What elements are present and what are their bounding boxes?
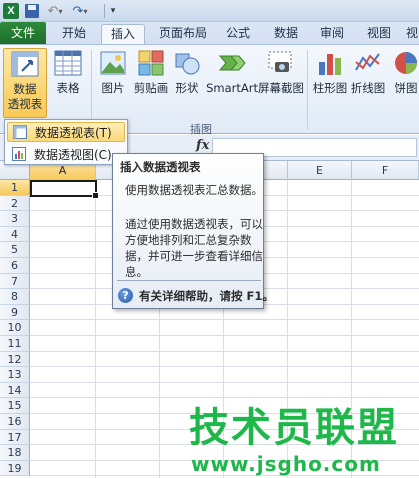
pivot-table-dropdown-menu: 数据透视表(T) 数据透视图(C)	[4, 119, 128, 165]
row-gridline	[30, 381, 419, 383]
row-header[interactable]: 1	[0, 180, 30, 196]
tab-insert[interactable]: 插入	[101, 24, 145, 44]
excel-app-icon[interactable]: X	[3, 3, 19, 19]
clip-art-icon	[138, 50, 164, 76]
column-gridline	[95, 180, 96, 478]
row-header[interactable]: 11	[0, 336, 30, 352]
row-header[interactable]: 12	[0, 351, 30, 368]
row-gridline	[30, 397, 419, 399]
line-chart-button[interactable]: 折线图	[350, 48, 386, 96]
row-header[interactable]: 18	[0, 445, 30, 461]
table-label: 表格	[56, 81, 80, 95]
row-header[interactable]: 6	[0, 258, 30, 274]
tab-formulas[interactable]: 公式	[219, 24, 257, 44]
tooltip-title: 插入数据透视表	[120, 160, 201, 174]
tooltip-line: 使用数据透视表汇总数据。	[125, 183, 263, 197]
pie-chart-icon	[395, 52, 417, 74]
pivot-table-icon	[11, 51, 39, 77]
tab-page-layout[interactable]: 页面布局	[152, 24, 214, 44]
customize-quick-access-icon[interactable]: ▾	[108, 3, 118, 19]
save-icon[interactable]	[25, 4, 39, 18]
row-header[interactable]: 14	[0, 382, 30, 399]
table-icon	[54, 50, 82, 76]
row-header[interactable]: 4	[0, 226, 30, 243]
menu-item-pivot-table[interactable]: 数据透视表(T)	[7, 122, 125, 142]
row-header[interactable]: 2	[0, 195, 30, 212]
shapes-icon	[175, 53, 200, 75]
smartart-icon	[218, 55, 246, 71]
column-header-f[interactable]: F	[352, 161, 419, 180]
column-chart-button[interactable]: 柱形图	[312, 48, 348, 96]
ribbon-group-separator	[91, 50, 92, 130]
tab-view[interactable]: 视图	[359, 24, 399, 44]
row-header[interactable]: 17	[0, 429, 30, 446]
column-chart-label: 柱形图	[312, 81, 348, 95]
pie-chart-label: 饼图	[394, 81, 418, 95]
row-header[interactable]: 9	[0, 304, 30, 321]
ribbon-group-separator	[307, 50, 308, 130]
smartart-button[interactable]: SmartArt	[206, 48, 258, 96]
insert-function-icon[interactable]: fx	[196, 138, 209, 153]
row-header[interactable]: 5	[0, 242, 30, 258]
ribbon-tab-bar: 文件 开始 插入 页面布局 公式 数据 审阅 视图 视	[0, 22, 419, 44]
column-header-e[interactable]: E	[288, 161, 352, 180]
row-gridline	[30, 319, 419, 321]
menu-item-pivot-chart[interactable]: 数据透视图(C)	[7, 144, 125, 164]
row-gridline	[30, 350, 419, 352]
tab-more[interactable]: 视	[404, 24, 419, 44]
tooltip-line: 方便地排列和汇总复杂数	[125, 233, 252, 247]
menu-item-label: 数据透视表(T)	[35, 125, 112, 140]
row-gridline	[30, 335, 419, 336]
column-chart-icon	[319, 54, 341, 75]
row-header[interactable]: 7	[0, 273, 30, 290]
menu-item-label: 数据透视图(C)	[34, 147, 112, 162]
row-header[interactable]: 13	[0, 367, 30, 383]
pivot-table-small-icon	[13, 125, 27, 139]
shapes-button[interactable]: 形状	[172, 48, 202, 96]
line-chart-icon	[355, 53, 380, 71]
picture-button[interactable]: 图片	[98, 48, 128, 96]
picture-icon	[100, 51, 126, 75]
table-button[interactable]: 表格	[52, 48, 84, 96]
tab-review[interactable]: 审阅	[312, 24, 352, 44]
pie-chart-button[interactable]: 饼图	[390, 48, 419, 96]
tab-data[interactable]: 数据	[266, 24, 306, 44]
row-header[interactable]: 10	[0, 320, 30, 336]
active-cell-a1[interactable]	[30, 180, 99, 199]
pivot-table-button[interactable]: 数据 透视表	[3, 48, 47, 118]
pivot-table-label-1: 数据	[13, 82, 37, 96]
row-header[interactable]: 8	[0, 289, 30, 305]
row-header[interactable]: 19	[0, 460, 30, 477]
tooltip-help-text: 有关详细帮助，请按 F1。	[139, 289, 274, 303]
tooltip-separator	[117, 280, 261, 281]
help-icon: ?	[118, 288, 133, 303]
row-gridline	[30, 366, 419, 368]
row-header[interactable]: 3	[0, 211, 30, 227]
watermark-url: www.jsgho.com	[191, 452, 381, 476]
picture-label: 图片	[101, 81, 125, 95]
title-bar: X ↶ ▾ ↷ ▾ ▾	[0, 0, 419, 22]
pivot-table-tooltip: 插入数据透视表 使用数据透视表汇总数据。 通过使用数据透视表，可以 方便地排列和…	[112, 153, 274, 309]
smartart-label: SmartArt	[206, 81, 258, 95]
undo-icon[interactable]: ↶ ▾	[48, 3, 63, 19]
screenshot-button[interactable]: 屏幕截图	[258, 48, 304, 96]
watermark-logo-text: 技术员联盟	[189, 405, 399, 451]
pivot-table-label-2: 透视表	[7, 97, 43, 111]
clip-art-label: 剪贴画	[133, 81, 169, 95]
tab-file[interactable]: 文件	[0, 22, 46, 44]
redo-icon[interactable]: ↷ ▾	[73, 3, 88, 19]
tab-home[interactable]: 开始	[54, 24, 94, 44]
clip-art-button[interactable]: 剪贴画	[133, 48, 169, 96]
row-header[interactable]: 15	[0, 398, 30, 414]
quick-access-separator	[104, 4, 105, 18]
row-header[interactable]: 16	[0, 414, 30, 430]
shapes-label: 形状	[175, 81, 199, 95]
pivot-chart-small-icon	[12, 147, 26, 161]
tooltip-line: 据，并可进一步查看详细信	[125, 249, 263, 263]
screenshot-icon	[268, 51, 292, 72]
tooltip-line: 息。	[125, 265, 148, 279]
line-chart-label: 折线图	[350, 81, 386, 95]
tooltip-line: 通过使用数据透视表，可以	[125, 217, 263, 231]
screenshot-label: 屏幕截图	[258, 81, 304, 95]
